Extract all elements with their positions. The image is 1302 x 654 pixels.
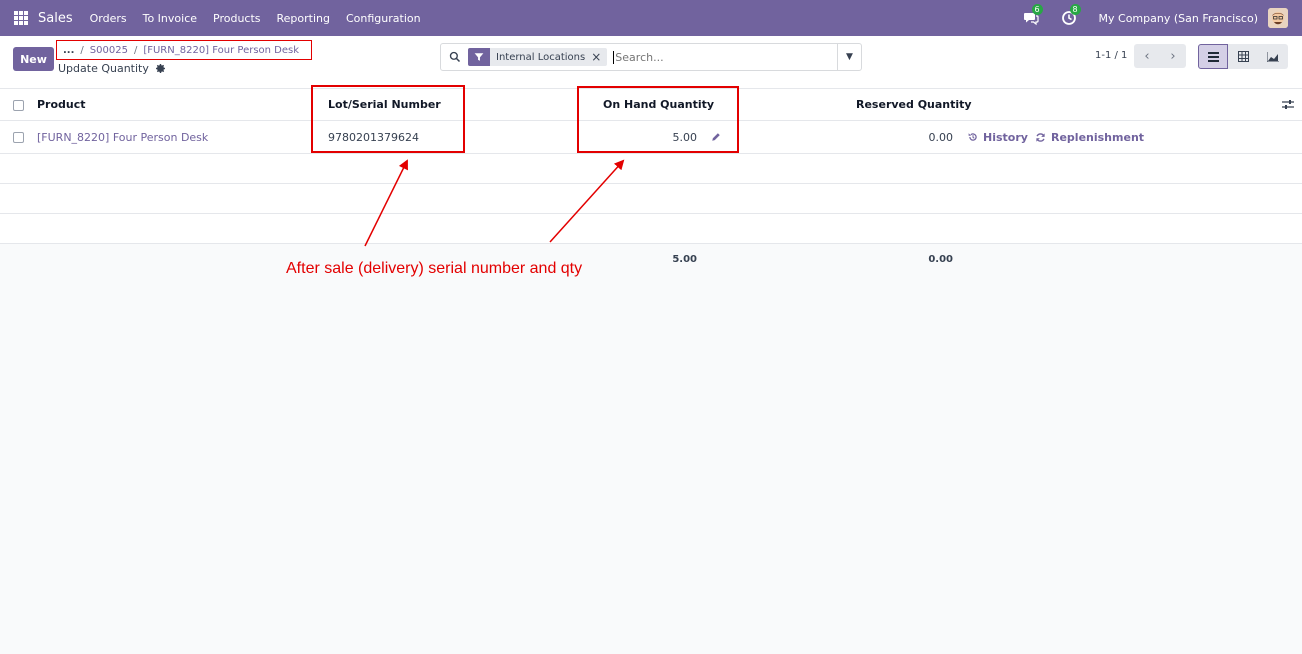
search-input[interactable] [613,50,834,64]
filter-icon [468,48,490,66]
breadcrumb-product[interactable]: [FURN_8220] Four Person Desk [143,45,299,56]
menu-products[interactable]: Products [213,12,261,25]
remove-facet-close-icon[interactable]: × [591,50,607,64]
history-icon [968,133,977,141]
breadcrumb-more[interactable]: ... [63,45,74,56]
search-icon [449,51,461,63]
breadcrumb-separator: / [133,44,138,56]
menu-orders[interactable]: Orders [90,12,127,25]
annotation-text: After sale (delivery) serial number and … [286,260,583,277]
breadcrumb: ... / S00025 / [FURN_8220] Four Person D… [56,40,312,60]
replenishment-label: Replenishment [1051,130,1145,144]
pager-next-chevron-right-icon[interactable]: › [1160,44,1186,68]
search-facet: Internal Locations × [468,48,608,66]
activities-button[interactable]: 8 [1061,4,1081,26]
page-title: Update Quantity [58,62,166,75]
row-reserved-quantity: 0.00 [928,130,954,144]
search-bar: Internal Locations × ▼ [440,43,862,71]
highlight-box-lot [311,85,465,153]
gear-icon[interactable] [155,63,166,74]
top-navbar: Sales Orders To Invoice Products Reporti… [0,0,1302,36]
app-name[interactable]: Sales [38,11,73,26]
pager-previous-chevron-left-icon[interactable]: ‹ [1134,44,1160,68]
avatar-face-icon [1268,8,1288,28]
menu-to-invoice[interactable]: To Invoice [143,12,197,25]
total-reserved: 0.00 [928,254,953,265]
breadcrumb-order[interactable]: S00025 [90,45,128,56]
search-options-chevron-down-icon[interactable]: ▼ [837,44,861,70]
activities-count-badge: 8 [1069,4,1081,15]
menu-reporting[interactable]: Reporting [277,12,330,25]
row-product[interactable]: [FURN_8220] Four Person Desk [37,121,208,153]
history-label: History [983,130,1028,144]
refresh-icon [1036,132,1045,142]
apps-menu-icon[interactable] [14,11,28,25]
company-switcher[interactable]: My Company (San Francisco) [1099,12,1258,25]
empty-row [0,214,1302,244]
highlight-box-on-hand [577,86,739,153]
list-view-icon[interactable] [1198,44,1228,69]
table-footer-totals: 5.00 0.00 [0,244,1302,275]
page-title-text: Update Quantity [58,62,149,75]
empty-row [0,154,1302,184]
breadcrumb-separator: / [80,44,84,56]
messages-count-badge: 6 [1031,4,1043,15]
optional-columns-sliders-icon[interactable] [1282,89,1294,120]
column-header-reserved[interactable]: Reserved Quantity [856,89,972,120]
history-button[interactable]: History [968,121,1028,153]
select-all-checkbox[interactable] [13,100,24,111]
graph-view-icon[interactable] [1258,44,1288,69]
row-checkbox[interactable] [13,132,24,143]
replenishment-button[interactable]: Replenishment [1035,121,1144,153]
facet-label: Internal Locations [496,51,586,63]
empty-row [0,184,1302,214]
pager-value[interactable]: 1-1 / 1 [1095,50,1127,61]
total-on-hand: 5.00 [672,254,697,265]
control-panel: New ... / S00025 / [FURN_8220] Four Pers… [0,36,1302,88]
pivot-view-icon[interactable] [1228,44,1258,69]
menu-configuration[interactable]: Configuration [346,12,421,25]
column-header-product[interactable]: Product [37,89,86,120]
user-avatar[interactable] [1268,8,1288,28]
messages-button[interactable]: 6 [1023,4,1043,26]
new-button[interactable]: New [13,47,54,71]
